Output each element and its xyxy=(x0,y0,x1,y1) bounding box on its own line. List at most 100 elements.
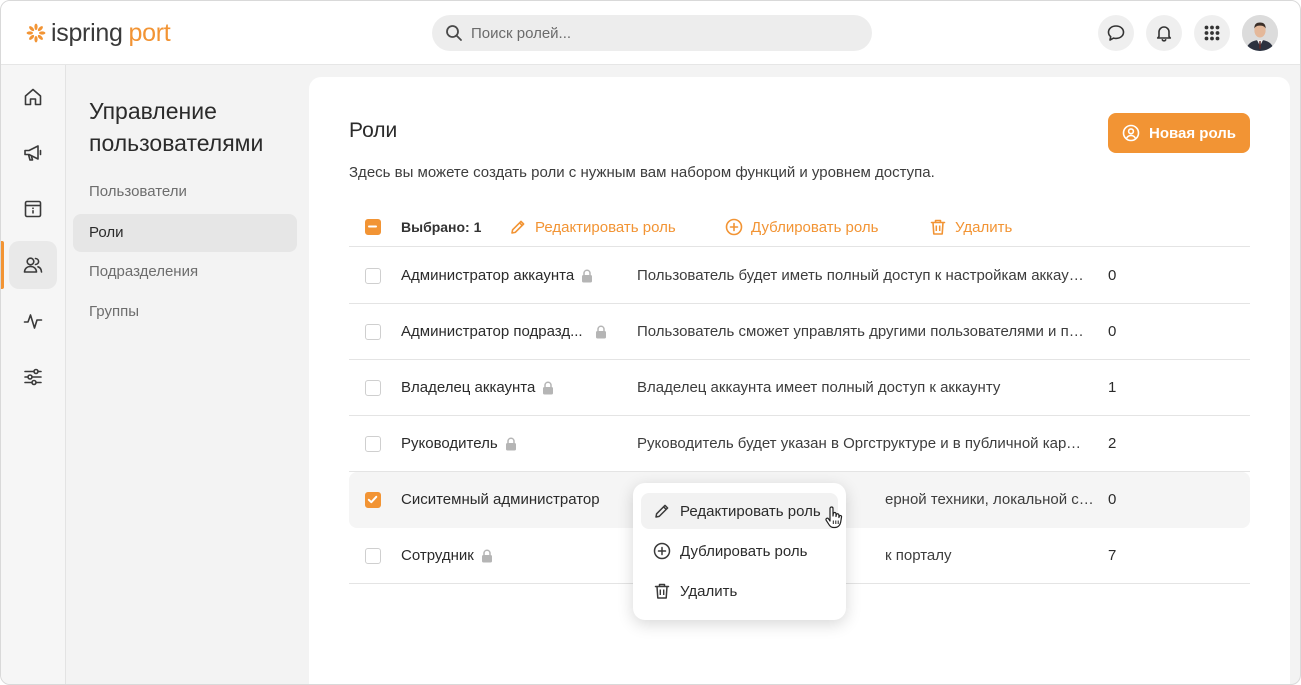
minus-icon xyxy=(368,225,377,228)
row-checkbox[interactable] xyxy=(365,436,381,452)
users-icon xyxy=(23,257,43,273)
role-name: Сиситемный администратор xyxy=(401,491,600,508)
user-photo-icon xyxy=(1242,15,1278,51)
plus-circle-icon xyxy=(725,218,743,236)
ispring-port-logo[interactable]: ispring port xyxy=(25,18,171,48)
role-name-text: Администратор подразд... xyxy=(401,323,583,340)
toolbar-duplicate-button[interactable]: Дублировать роль xyxy=(725,215,878,239)
toolbar-edit-label: Редактировать роль xyxy=(535,218,676,236)
nav-item-roles[interactable]: Роли xyxy=(73,214,297,252)
user-management-nav: Управление пользователями Пользователи Р… xyxy=(66,65,309,684)
app-window: ispring port Поиск ролей... Управление п… xyxy=(0,0,1301,685)
checkmark-icon xyxy=(367,495,378,504)
table-row[interactable]: Администратор подразд... Пользователь см… xyxy=(349,304,1250,360)
nav-item-users[interactable]: Пользователи xyxy=(73,173,297,211)
logo-text-ispring: ispring xyxy=(51,19,123,47)
trash-icon xyxy=(930,219,946,235)
rail-item-users[interactable] xyxy=(9,241,57,289)
menu-item-duplicate-label: Дублировать роль xyxy=(680,542,808,560)
table-row[interactable]: Владелец аккаунта Владелец аккаунта имее… xyxy=(349,360,1250,416)
row-checkbox[interactable] xyxy=(365,548,381,564)
settings-sliders-icon xyxy=(24,368,42,386)
plus-circle-icon xyxy=(653,542,671,560)
role-name-text: Сиситемный администратор xyxy=(401,491,600,508)
lock-icon xyxy=(481,549,492,562)
menu-item-delete-role[interactable]: Удалить xyxy=(641,573,838,609)
user-avatar[interactable] xyxy=(1242,15,1278,51)
pencil-icon xyxy=(511,220,525,234)
search-bar[interactable] xyxy=(432,15,872,51)
pencil-icon xyxy=(655,504,669,518)
selected-count: Выбрано: 1 xyxy=(401,219,482,235)
menu-item-edit-role[interactable]: Редактировать роль xyxy=(641,493,838,529)
info-board-icon xyxy=(24,200,42,218)
rail-item-settings[interactable] xyxy=(9,353,57,401)
role-user-count: 2 xyxy=(1108,435,1117,452)
role-user-count: 7 xyxy=(1108,547,1117,564)
role-name-text: Сотрудник xyxy=(401,547,474,564)
role-name: Владелец аккаунта xyxy=(401,379,554,396)
top-header: ispring port xyxy=(1,1,1300,65)
role-name: Руководитель xyxy=(401,435,517,452)
toolbar-delete-button[interactable]: Удалить xyxy=(929,215,1012,239)
menu-item-edit-label: Редактировать роль xyxy=(680,502,821,520)
role-user-count: 0 xyxy=(1108,323,1117,340)
rail-item-news[interactable] xyxy=(9,129,57,177)
row-checkbox[interactable] xyxy=(365,268,381,284)
toolbar-duplicate-label: Дублировать роль xyxy=(751,218,879,236)
table-row[interactable]: Администратор аккаунта Пользователь буде… xyxy=(349,248,1250,304)
role-description: Пользователь сможет управлять другими по… xyxy=(637,323,1087,340)
role-description: Пользователь будет иметь полный доступ к… xyxy=(637,267,1087,284)
lock-icon xyxy=(595,325,606,338)
logo-text-port: port xyxy=(128,19,171,47)
trash-icon xyxy=(654,583,670,599)
menu-item-duplicate-role[interactable]: Дублировать роль xyxy=(641,533,838,569)
role-name-text: Владелец аккаунта xyxy=(401,379,536,396)
new-role-button[interactable]: Новая роль xyxy=(1108,113,1250,153)
role-user-count: 0 xyxy=(1108,491,1117,508)
page-description: Здесь вы можете создать роли с нужным ва… xyxy=(349,164,935,181)
row-checkbox[interactable] xyxy=(365,380,381,396)
role-name: Администратор аккаунта xyxy=(401,267,593,284)
row-context-menu: Редактировать роль Дублировать роль Удал… xyxy=(633,483,846,620)
role-description: Владелец аккаунта имеет полный доступ к … xyxy=(637,379,1001,396)
role-description: ерной техники, локальной сети, ... xyxy=(885,491,1095,508)
apps-button[interactable] xyxy=(1194,15,1230,51)
select-all-checkbox[interactable] xyxy=(365,219,381,235)
rail-item-activity[interactable] xyxy=(9,297,57,345)
search-icon xyxy=(446,25,462,41)
role-user-count: 0 xyxy=(1108,267,1117,284)
nav-item-groups[interactable]: Группы xyxy=(73,293,297,331)
role-user-count: 1 xyxy=(1108,379,1117,396)
activity-icon xyxy=(23,314,43,329)
chat-button[interactable] xyxy=(1098,15,1134,51)
hand-pointer-cursor-icon xyxy=(825,506,843,529)
role-description: Руководитель будет указан в Оргструктуре… xyxy=(637,435,1087,452)
lock-icon xyxy=(582,269,593,282)
section-title: Управление пользователями xyxy=(89,98,264,156)
row-checkbox[interactable] xyxy=(365,492,381,508)
role-name-text: Руководитель xyxy=(401,435,498,452)
new-role-label: Новая роль xyxy=(1149,124,1236,142)
nav-item-departments[interactable]: Подразделения xyxy=(73,253,297,291)
apps-grid-icon xyxy=(1204,25,1220,41)
role-name: Администратор подразд... xyxy=(401,323,607,340)
home-icon xyxy=(24,88,42,106)
role-description: к порталу xyxy=(885,547,952,564)
role-name-text: Администратор аккаунта xyxy=(401,267,575,284)
user-circle-icon xyxy=(1122,124,1140,142)
bulk-actions-toolbar: Выбрано: 1 Редактировать роль Дублироват… xyxy=(349,207,1250,247)
rail-item-home[interactable] xyxy=(9,73,57,121)
toolbar-edit-button[interactable]: Редактировать роль xyxy=(509,215,676,239)
notifications-button[interactable] xyxy=(1146,15,1182,51)
role-name: Сотрудник xyxy=(401,547,493,564)
search-input[interactable] xyxy=(471,24,851,42)
logo-flower-icon xyxy=(26,23,46,43)
table-row[interactable]: Руководитель Руководитель будет указан в… xyxy=(349,416,1250,472)
rail-item-info[interactable] xyxy=(9,185,57,233)
page-title: Роли xyxy=(349,119,398,142)
lock-icon xyxy=(505,437,516,450)
row-checkbox[interactable] xyxy=(365,324,381,340)
megaphone-icon xyxy=(24,145,42,161)
lock-icon xyxy=(543,381,554,394)
